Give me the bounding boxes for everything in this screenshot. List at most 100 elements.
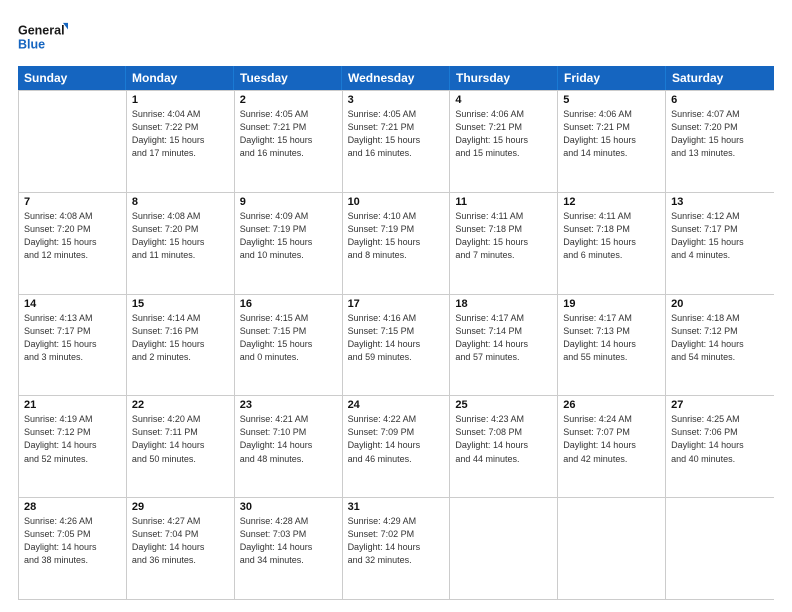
header-day-thursday: Thursday	[450, 66, 558, 90]
day-info: Sunrise: 4:17 AMSunset: 7:14 PMDaylight:…	[455, 312, 552, 364]
day-number: 30	[240, 501, 337, 513]
day-cell-18: 18 Sunrise: 4:17 AMSunset: 7:14 PMDayligh…	[450, 295, 558, 396]
day-info: Sunrise: 4:17 AMSunset: 7:13 PMDaylight:…	[563, 312, 660, 364]
day-cell-14: 14 Sunrise: 4:13 AMSunset: 7:17 PMDayligh…	[19, 295, 127, 396]
day-number: 15	[132, 298, 229, 310]
day-number: 9	[240, 196, 337, 208]
empty-cell	[666, 498, 774, 599]
day-info: Sunrise: 4:25 AMSunset: 7:06 PMDaylight:…	[671, 413, 769, 465]
empty-cell	[450, 498, 558, 599]
day-info: Sunrise: 4:12 AMSunset: 7:17 PMDaylight:…	[671, 210, 769, 262]
day-number: 13	[671, 196, 769, 208]
day-cell-4: 4Sunrise: 4:06 AMSunset: 7:21 PMDaylight…	[450, 91, 558, 192]
day-info: Sunrise: 4:29 AMSunset: 7:02 PMDaylight:…	[348, 515, 445, 567]
empty-cell	[558, 498, 666, 599]
day-cell-7: 7Sunrise: 4:08 AMSunset: 7:20 PMDaylight…	[19, 193, 127, 294]
day-info: Sunrise: 4:08 AMSunset: 7:20 PMDaylight:…	[132, 210, 229, 262]
day-cell-24: 24 Sunrise: 4:22 AMSunset: 7:09 PMDayligh…	[343, 396, 451, 497]
day-info: Sunrise: 4:11 AMSunset: 7:18 PMDaylight:…	[563, 210, 660, 262]
day-cell-28: 28 Sunrise: 4:26 AMSunset: 7:05 PMDayligh…	[19, 498, 127, 599]
day-info: Sunrise: 4:16 AMSunset: 7:15 PMDaylight:…	[348, 312, 445, 364]
day-cell-23: 23 Sunrise: 4:21 AMSunset: 7:10 PMDayligh…	[235, 396, 343, 497]
day-number: 17	[348, 298, 445, 310]
day-cell-15: 15 Sunrise: 4:14 AMSunset: 7:16 PMDayligh…	[127, 295, 235, 396]
day-cell-11: 11 Sunrise: 4:11 AMSunset: 7:18 PMDayligh…	[450, 193, 558, 294]
calendar-row-1: 1 Sunrise: 4:04 AMSunset: 7:22 PMDaylight…	[19, 90, 774, 192]
day-cell-10: 10Sunrise: 4:10 AMSunset: 7:19 PMDayligh…	[343, 193, 451, 294]
day-number: 18	[455, 298, 552, 310]
day-info: Sunrise: 4:10 AMSunset: 7:19 PMDaylight:…	[348, 210, 445, 262]
day-cell-31: 31 Sunrise: 4:29 AMSunset: 7:02 PMDayligh…	[343, 498, 451, 599]
day-info: Sunrise: 4:13 AMSunset: 7:17 PMDaylight:…	[24, 312, 121, 364]
calendar-header: SundayMondayTuesdayWednesdayThursdayFrid…	[18, 66, 774, 90]
day-number: 26	[563, 399, 660, 411]
day-info: Sunrise: 4:05 AMSunset: 7:21 PMDaylight:…	[348, 108, 445, 160]
empty-cell	[19, 91, 127, 192]
calendar-row-4: 21Sunrise: 4:19 AMSunset: 7:12 PMDayligh…	[19, 395, 774, 497]
day-info: Sunrise: 4:20 AMSunset: 7:11 PMDaylight:…	[132, 413, 229, 465]
header-day-wednesday: Wednesday	[342, 66, 450, 90]
day-number: 6	[671, 94, 769, 106]
day-number: 14	[24, 298, 121, 310]
day-cell-8: 8Sunrise: 4:08 AMSunset: 7:20 PMDaylight…	[127, 193, 235, 294]
header-day-saturday: Saturday	[666, 66, 774, 90]
day-info: Sunrise: 4:21 AMSunset: 7:10 PMDaylight:…	[240, 413, 337, 465]
day-number: 3	[348, 94, 445, 106]
day-info: Sunrise: 4:05 AMSunset: 7:21 PMDaylight:…	[240, 108, 337, 160]
day-cell-19: 19Sunrise: 4:17 AMSunset: 7:13 PMDayligh…	[558, 295, 666, 396]
header-day-tuesday: Tuesday	[234, 66, 342, 90]
day-cell-26: 26 Sunrise: 4:24 AMSunset: 7:07 PMDayligh…	[558, 396, 666, 497]
day-cell-22: 22Sunrise: 4:20 AMSunset: 7:11 PMDayligh…	[127, 396, 235, 497]
day-info: Sunrise: 4:26 AMSunset: 7:05 PMDaylight:…	[24, 515, 121, 567]
day-info: Sunrise: 4:18 AMSunset: 7:12 PMDaylight:…	[671, 312, 769, 364]
day-info: Sunrise: 4:11 AMSunset: 7:18 PMDaylight:…	[455, 210, 552, 262]
day-number: 24	[348, 399, 445, 411]
day-number: 27	[671, 399, 769, 411]
day-cell-30: 30Sunrise: 4:28 AMSunset: 7:03 PMDayligh…	[235, 498, 343, 599]
day-info: Sunrise: 4:06 AMSunset: 7:21 PMDaylight:…	[563, 108, 660, 160]
day-cell-27: 27 Sunrise: 4:25 AMSunset: 7:06 PMDayligh…	[666, 396, 774, 497]
day-cell-9: 9 Sunrise: 4:09 AMSunset: 7:19 PMDaylight…	[235, 193, 343, 294]
day-info: Sunrise: 4:22 AMSunset: 7:09 PMDaylight:…	[348, 413, 445, 465]
calendar-row-3: 14 Sunrise: 4:13 AMSunset: 7:17 PMDayligh…	[19, 294, 774, 396]
day-cell-29: 29Sunrise: 4:27 AMSunset: 7:04 PMDayligh…	[127, 498, 235, 599]
calendar-body: 1 Sunrise: 4:04 AMSunset: 7:22 PMDaylight…	[18, 90, 774, 600]
day-number: 1	[132, 94, 229, 106]
day-number: 4	[455, 94, 552, 106]
day-info: Sunrise: 4:04 AMSunset: 7:22 PMDaylight:…	[132, 108, 229, 160]
page: General Blue SundayMondayTuesdayWednesda…	[0, 0, 792, 612]
day-cell-6: 6 Sunrise: 4:07 AMSunset: 7:20 PMDaylight…	[666, 91, 774, 192]
day-number: 20	[671, 298, 769, 310]
day-info: Sunrise: 4:27 AMSunset: 7:04 PMDaylight:…	[132, 515, 229, 567]
header-day-friday: Friday	[558, 66, 666, 90]
day-info: Sunrise: 4:07 AMSunset: 7:20 PMDaylight:…	[671, 108, 769, 160]
header: General Blue	[18, 18, 774, 56]
day-number: 21	[24, 399, 121, 411]
calendar-row-2: 7 Sunrise: 4:08 AMSunset: 7:20 PMDaylight…	[19, 192, 774, 294]
day-cell-20: 20 Sunrise: 4:18 AMSunset: 7:12 PMDayligh…	[666, 295, 774, 396]
svg-text:General: General	[18, 24, 65, 38]
day-cell-16: 16Sunrise: 4:15 AMSunset: 7:15 PMDayligh…	[235, 295, 343, 396]
day-number: 16	[240, 298, 337, 310]
day-number: 31	[348, 501, 445, 513]
header-day-sunday: Sunday	[18, 66, 126, 90]
day-cell-3: 3 Sunrise: 4:05 AMSunset: 7:21 PMDaylight…	[343, 91, 451, 192]
day-number: 23	[240, 399, 337, 411]
day-number: 11	[455, 196, 552, 208]
day-cell-13: 13 Sunrise: 4:12 AMSunset: 7:17 PMDayligh…	[666, 193, 774, 294]
logo-svg: General Blue	[18, 18, 68, 56]
day-info: Sunrise: 4:14 AMSunset: 7:16 PMDaylight:…	[132, 312, 229, 364]
day-number: 7	[24, 196, 121, 208]
day-number: 25	[455, 399, 552, 411]
day-cell-25: 25 Sunrise: 4:23 AMSunset: 7:08 PMDayligh…	[450, 396, 558, 497]
calendar-row-5: 28 Sunrise: 4:26 AMSunset: 7:05 PMDayligh…	[19, 497, 774, 599]
day-cell-17: 17 Sunrise: 4:16 AMSunset: 7:15 PMDayligh…	[343, 295, 451, 396]
header-day-monday: Monday	[126, 66, 234, 90]
logo: General Blue	[18, 18, 68, 56]
day-number: 12	[563, 196, 660, 208]
day-number: 28	[24, 501, 121, 513]
day-info: Sunrise: 4:09 AMSunset: 7:19 PMDaylight:…	[240, 210, 337, 262]
day-info: Sunrise: 4:23 AMSunset: 7:08 PMDaylight:…	[455, 413, 552, 465]
day-cell-1: 1 Sunrise: 4:04 AMSunset: 7:22 PMDaylight…	[127, 91, 235, 192]
day-info: Sunrise: 4:24 AMSunset: 7:07 PMDaylight:…	[563, 413, 660, 465]
